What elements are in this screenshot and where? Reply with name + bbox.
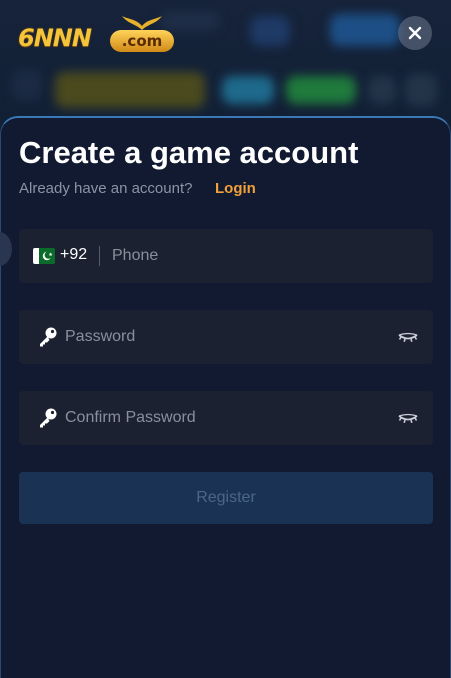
register-button[interactable]: Register xyxy=(19,472,433,524)
background-blur-shape xyxy=(330,14,400,46)
login-prompt: Already have an account? xyxy=(19,180,193,197)
country-code[interactable]: +92 xyxy=(60,246,87,264)
site-logo: 6NNN .com xyxy=(18,16,174,56)
page-title: Create a game account xyxy=(19,135,359,170)
background-blur-shape xyxy=(286,76,356,104)
background-blur-shape xyxy=(368,76,396,104)
background-blur-shape xyxy=(405,74,437,106)
password-input[interactable] xyxy=(65,310,385,364)
password-field xyxy=(19,310,433,364)
close-icon xyxy=(408,26,422,40)
background-blur-shape xyxy=(222,76,274,104)
close-button[interactable] xyxy=(398,16,432,50)
eye-closed-icon[interactable] xyxy=(397,409,419,427)
phone-input[interactable] xyxy=(112,229,422,283)
divider xyxy=(99,246,100,266)
confirm-password-input[interactable] xyxy=(65,391,385,445)
background-blur-shape xyxy=(160,12,220,30)
login-link[interactable]: Login xyxy=(215,180,256,197)
key-icon xyxy=(40,327,57,347)
eye-closed-icon[interactable] xyxy=(397,328,419,346)
background-blur-shape xyxy=(250,16,290,46)
phone-field: +92 xyxy=(19,229,433,283)
background-blur-shape xyxy=(55,72,205,108)
confirm-password-field xyxy=(19,391,433,445)
logo-suffix: .com xyxy=(110,30,174,52)
key-icon xyxy=(40,408,57,428)
background-blur-shape xyxy=(12,70,42,100)
logo-text: 6NNN xyxy=(18,24,92,52)
pakistan-flag-icon[interactable] xyxy=(33,248,55,264)
